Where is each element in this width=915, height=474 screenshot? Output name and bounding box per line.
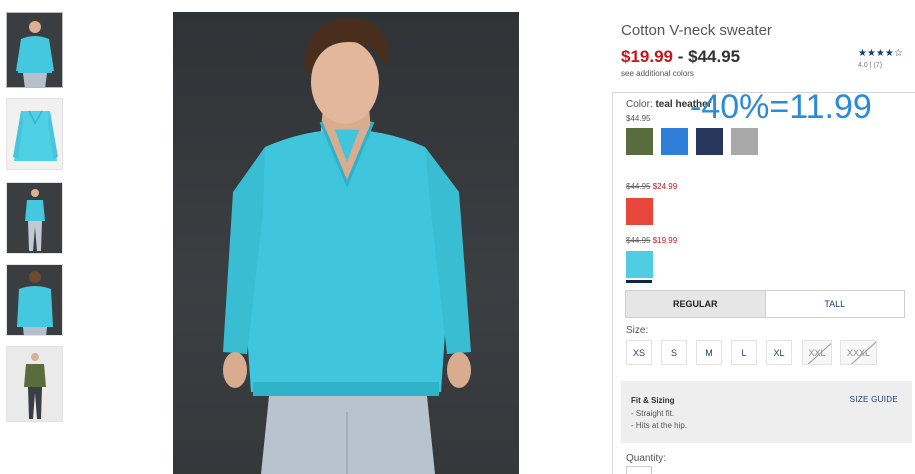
color-label-text: Color: [626, 99, 653, 110]
rating-value: 4.0 [858, 62, 868, 69]
rating-separator: | [869, 62, 872, 69]
size-xs-button[interactable]: XS [626, 340, 652, 365]
thumbnail-back-view[interactable] [6, 264, 63, 336]
swatch-grey[interactable] [731, 128, 758, 155]
selected-swatch-indicator [626, 280, 652, 283]
rating-meta: 4.0 | (7) [858, 62, 910, 69]
rating-stars-icon: ★★★★☆ [858, 48, 903, 59]
group-2-sale-price: $24.99 [652, 182, 678, 191]
price-range: $19.99 - $44.95 [621, 47, 740, 67]
price-separator: - [673, 47, 689, 66]
swatch-navy[interactable] [696, 128, 723, 155]
rating-count: (7) [873, 62, 883, 69]
color-group-price-1: $44.95 [626, 114, 650, 123]
regular-price: $44.95 [688, 47, 741, 66]
product-main-image[interactable] [173, 12, 519, 474]
thumbnail-flat-lay[interactable] [6, 98, 63, 170]
size-guide-link[interactable]: SIZE GUIDE [850, 395, 898, 404]
swatch-red[interactable] [626, 198, 653, 225]
color-group-price-3: $44.95 $19.99 [626, 236, 677, 245]
group-3-sale-price: $19.99 [652, 236, 678, 245]
product-page: Cotton V-neck sweater $19.99 - $44.95 se… [0, 0, 915, 474]
swatch-teal-heather[interactable] [626, 251, 653, 278]
tab-regular[interactable]: REGULAR [626, 291, 766, 317]
thumbnail-front-model[interactable] [6, 12, 63, 88]
size-xl-button[interactable]: XL [766, 340, 792, 365]
thumbnail-full-body[interactable] [6, 182, 63, 254]
fit-note: - Straight fit. [631, 409, 675, 418]
see-additional-colors-link[interactable]: see additional colors [621, 69, 694, 78]
swatch-olive[interactable] [626, 128, 653, 155]
quantity-input[interactable] [626, 466, 652, 474]
size-s-button[interactable]: S [661, 340, 687, 365]
group-2-original-price: $44.95 [626, 182, 651, 191]
product-title: Cotton V-neck sweater [621, 22, 772, 39]
size-xxxl-button-unavailable[interactable]: XXXL [840, 340, 877, 365]
product-rating[interactable]: ★★★★☆ 4.0 | (7) [858, 48, 910, 69]
fit-note: - Hits at the hip. [631, 421, 688, 430]
sale-price: $19.99 [621, 47, 673, 66]
fit-sizing-title: Fit & Sizing [631, 396, 675, 405]
size-xxl-button-unavailable[interactable]: XXL [802, 340, 832, 365]
tab-tall[interactable]: TALL [766, 291, 905, 317]
group-3-original-price: $44.95 [626, 236, 651, 245]
quantity-label: Quantity: [626, 453, 667, 464]
promo-overlay-text: -40%=11.99 [690, 88, 872, 126]
fit-and-sizing-box: Fit & Sizing SIZE GUIDE - Straight fit. … [621, 381, 912, 443]
color-group-price-2: $44.95 $24.99 [626, 182, 677, 191]
size-l-button[interactable]: L [731, 340, 757, 365]
size-label: Size: [626, 325, 649, 336]
size-m-button[interactable]: M [696, 340, 722, 365]
fit-notes: - Straight fit. - Hits at the hip. [631, 408, 687, 432]
thumbnail-olive-color[interactable] [6, 346, 63, 422]
group-1-price: $44.95 [626, 114, 651, 123]
fit-tabs: REGULAR TALL [625, 290, 905, 318]
swatch-bright-blue[interactable] [661, 128, 688, 155]
